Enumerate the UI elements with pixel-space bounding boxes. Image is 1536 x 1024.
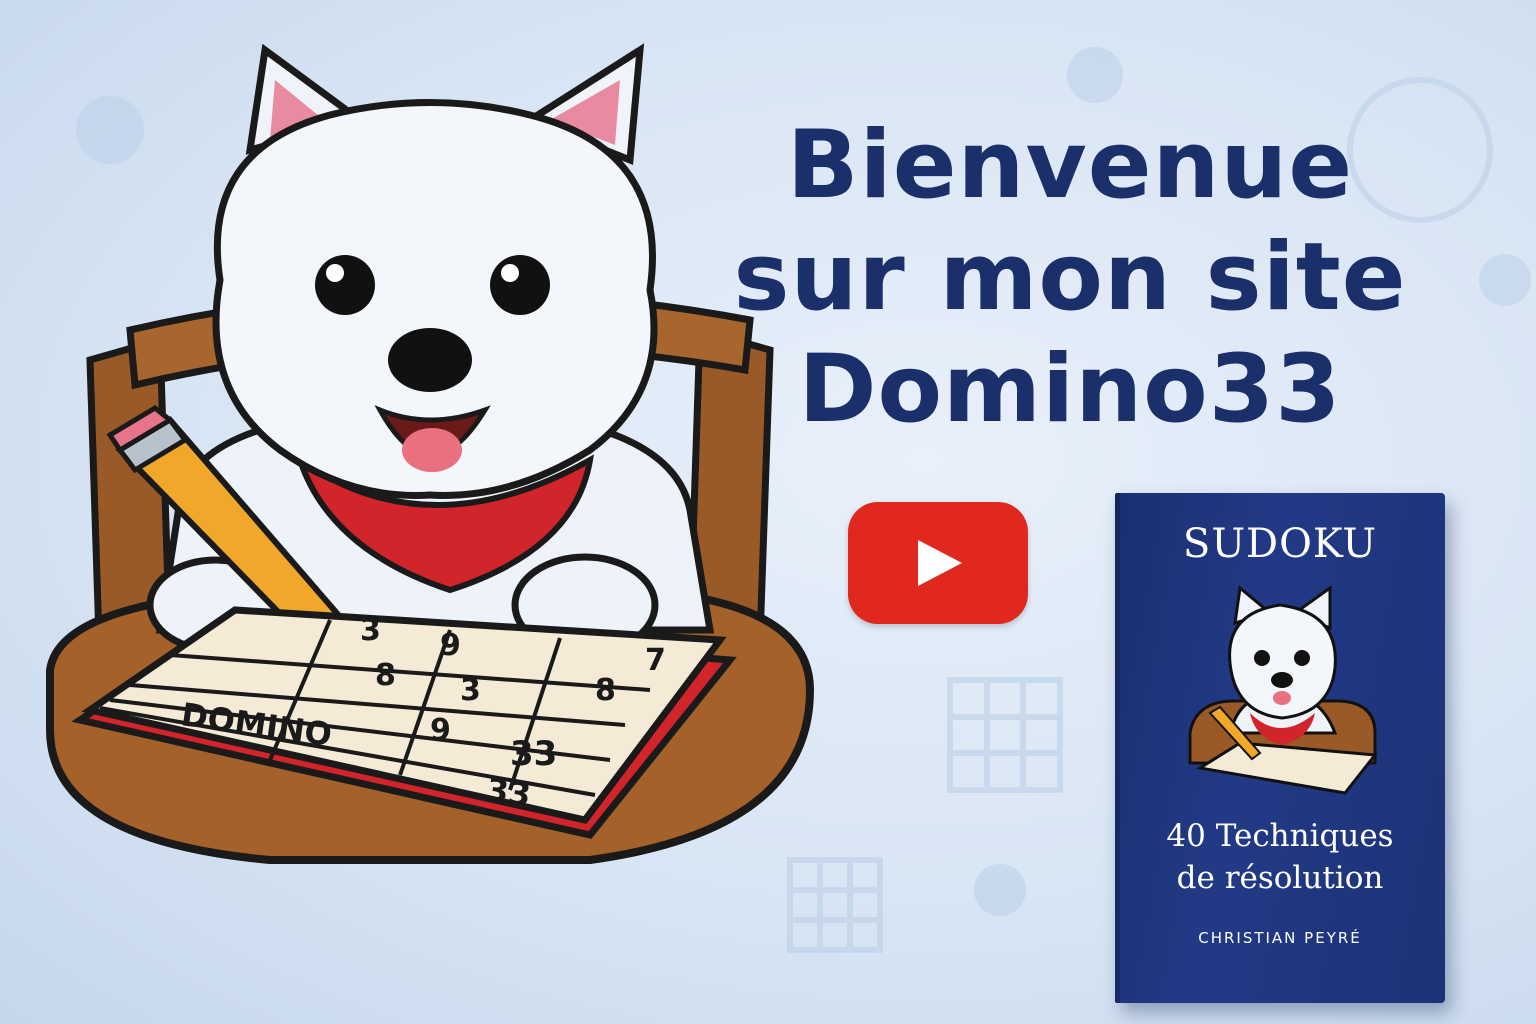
gear-icon (1067, 47, 1123, 103)
dog-eye-right (490, 255, 550, 315)
grid-number: 8 (595, 673, 616, 708)
grid-number: 9 (430, 713, 451, 748)
book-author: CHRISTIAN PEYRÉ (1198, 929, 1362, 947)
welcome-headline: Bienvenue sur mon site Domino33 (690, 110, 1450, 446)
dog-nose (388, 328, 472, 392)
grid-icon (947, 677, 1063, 793)
grid-number: 3 (360, 613, 381, 648)
headline-line-1: Bienvenue (786, 111, 1354, 220)
dog-eye-left (315, 255, 375, 315)
grid-number: 7 (645, 643, 666, 678)
book-title: SUDOKU (1182, 521, 1378, 567)
grid-number: 3 (460, 673, 481, 708)
youtube-button[interactable] (848, 502, 1028, 624)
headline-line-2: sur mon site (733, 223, 1407, 332)
youtube-play-icon (918, 540, 962, 586)
book-subtitle-line-1: 40 Techniques (1166, 818, 1394, 854)
book-cover[interactable]: SUDOKU 40 Techniques de résolution CHRIS… (1115, 493, 1445, 1003)
grid-number-33: 33 (510, 734, 557, 774)
grid-number: 9 (440, 628, 461, 663)
book-subtitle: 40 Techniques de résolution (1115, 815, 1445, 899)
gear-icon (1479, 254, 1531, 306)
headline-line-3: Domino33 (798, 335, 1342, 444)
book-westie-illustration (1188, 585, 1378, 795)
grid-number: 8 (375, 658, 396, 693)
puzzle-icon (974, 864, 1026, 916)
grid-number-33-bottom: 33 (484, 770, 533, 814)
book-subtitle-line-2: de résolution (1176, 860, 1384, 896)
